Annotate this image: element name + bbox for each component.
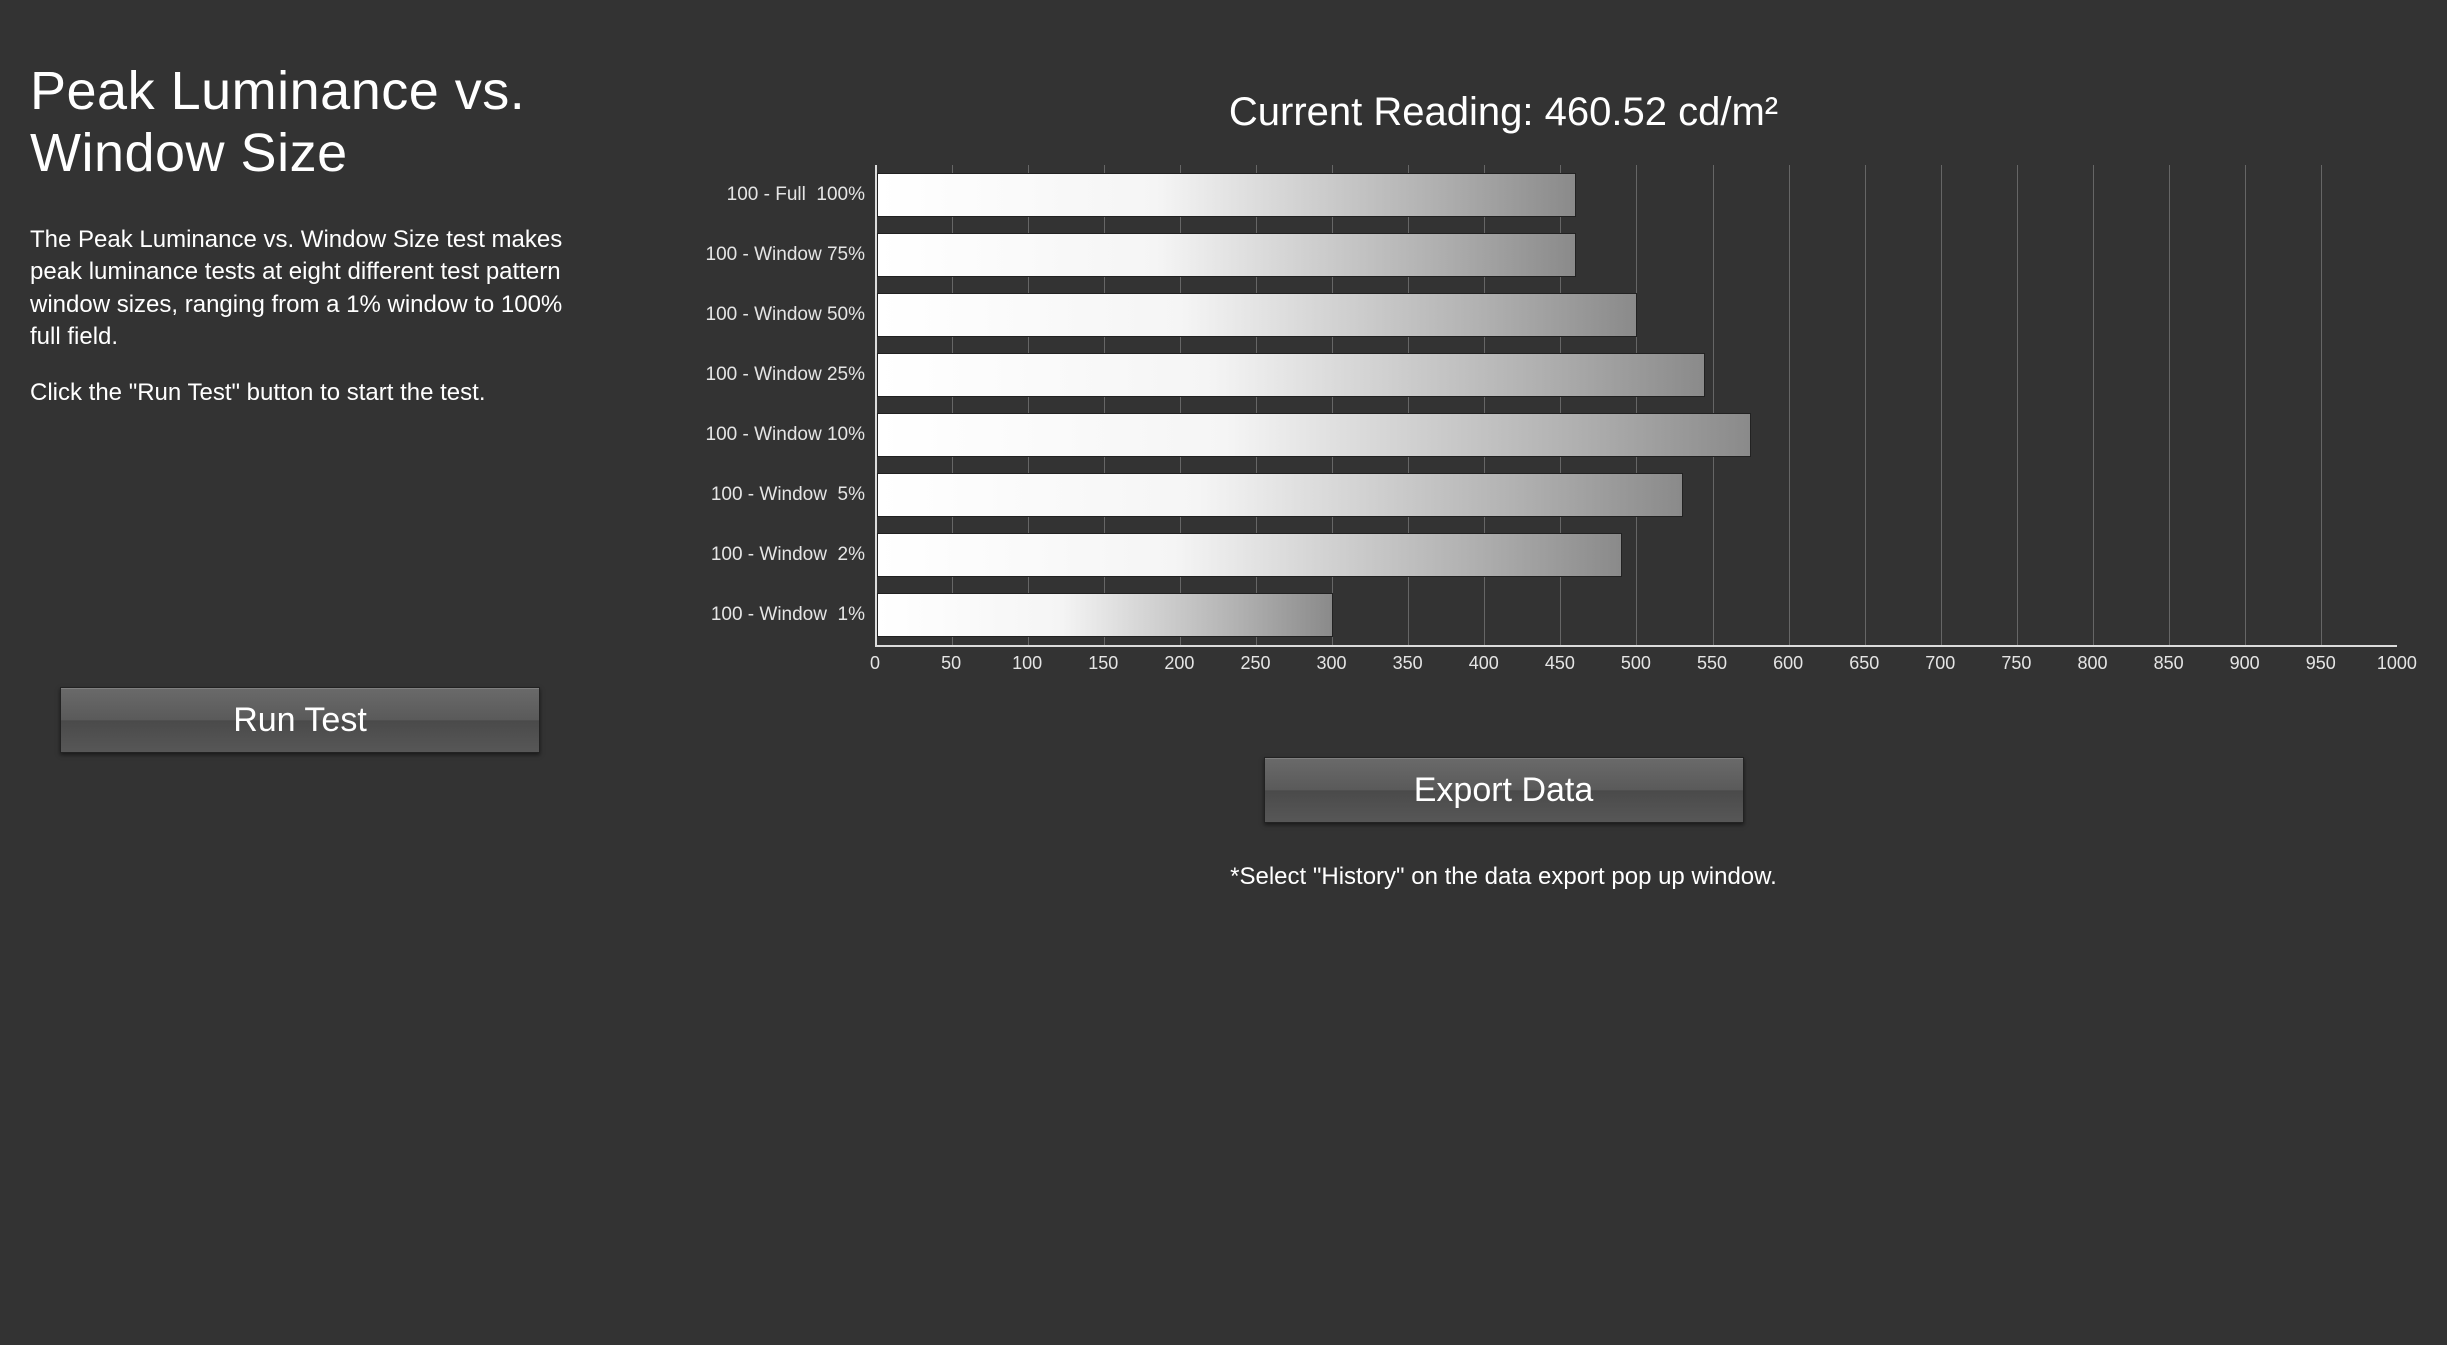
chart-x-tick-label: 0	[870, 653, 880, 674]
chart-x-tick-label: 300	[1317, 653, 1347, 674]
chart-y-label: 100 - Window 10%	[640, 405, 875, 465]
chart-bar-slot	[877, 405, 2397, 465]
chart-bars	[877, 165, 2397, 645]
chart-y-label: 100 - Window 50%	[640, 285, 875, 345]
chart-x-tick-label: 950	[2306, 653, 2336, 674]
chart-bar-slot	[877, 285, 2397, 345]
chart-x-tick-label: 650	[1849, 653, 1879, 674]
test-description: The Peak Luminance vs. Window Size test …	[30, 224, 570, 354]
chart-x-tick-label: 450	[1545, 653, 1575, 674]
test-instruction: Click the "Run Test" button to start the…	[30, 379, 570, 407]
chart-y-labels: 100 - Full 100%100 - Window 75%100 - Win…	[640, 165, 875, 645]
below-chart-area: Export Data *Select "History" on the dat…	[600, 757, 2407, 891]
chart-x-tick-label: 500	[1621, 653, 1651, 674]
chart-x-tick-label: 850	[2154, 653, 2184, 674]
chart-x-tick: 0	[875, 647, 951, 677]
chart-bar	[877, 293, 1637, 337]
chart-x-tick-label: 700	[1925, 653, 1955, 674]
chart-x-tick-label: 150	[1088, 653, 1118, 674]
chart-x-tick-label: 900	[2230, 653, 2260, 674]
chart-y-label: 100 - Full 100%	[640, 165, 875, 225]
chart-y-label: 100 - Window 25%	[640, 345, 875, 405]
chart-bar	[877, 533, 1622, 577]
page-title: Peak Luminance vs. Window Size	[30, 60, 570, 184]
chart-bar	[877, 413, 1751, 457]
chart-bar	[877, 593, 1333, 637]
chart-bar-slot	[877, 345, 2397, 405]
run-test-button[interactable]: Run Test	[60, 687, 540, 753]
chart-bar	[877, 173, 1576, 217]
current-reading-label: Current Reading: 460.52 cd/m²	[600, 90, 2407, 135]
chart-x-tick-label: 600	[1773, 653, 1803, 674]
chart-bar-slot	[877, 165, 2397, 225]
chart-y-label: 100 - Window 75%	[640, 225, 875, 285]
chart-x-tick-label: 750	[2001, 653, 2031, 674]
chart-x-axis: 050 100 150 200 250 300 350 400 450 500 550 600 650 7…	[875, 647, 2397, 677]
export-data-button[interactable]: Export Data	[1264, 757, 1744, 823]
chart-y-label: 100 - Window 1%	[640, 585, 875, 645]
chart-x-tick-label: 350	[1393, 653, 1423, 674]
chart-bar-slot	[877, 225, 2397, 285]
chart-bar-slot	[877, 525, 2397, 585]
chart-x-tick-label: 200	[1164, 653, 1194, 674]
chart-bar-slot	[877, 465, 2397, 525]
chart-body: 100 - Full 100%100 - Window 75%100 - Win…	[640, 165, 2397, 647]
app-container: Peak Luminance vs. Window Size The Peak …	[0, 0, 2447, 1345]
chart-x-tick-label: 400	[1469, 653, 1499, 674]
chart-y-label: 100 - Window 2%	[640, 525, 875, 585]
export-note: *Select "History" on the data export pop…	[600, 863, 2407, 891]
chart-plot-area	[875, 165, 2397, 647]
chart-x-tick-label: 250	[1240, 653, 1270, 674]
chart-x-tick-label: 1000	[2377, 653, 2417, 674]
chart-bar	[877, 233, 1576, 277]
chart-y-label: 100 - Window 5%	[640, 465, 875, 525]
left-panel: Peak Luminance vs. Window Size The Peak …	[0, 0, 600, 1345]
chart-bar	[877, 353, 1705, 397]
chart-bar-slot	[877, 585, 2397, 645]
chart-x-tick-label: 800	[2077, 653, 2107, 674]
luminance-chart: 100 - Full 100%100 - Window 75%100 - Win…	[640, 165, 2397, 677]
right-panel: Current Reading: 460.52 cd/m² 100 - Full…	[600, 0, 2447, 1345]
chart-bar	[877, 473, 1683, 517]
chart-x-tick-label: 550	[1697, 653, 1727, 674]
chart-x-tick-label: 50	[941, 653, 961, 674]
chart-x-tick: 9501000	[2321, 647, 2397, 677]
chart-x-tick-label: 100	[1012, 653, 1042, 674]
